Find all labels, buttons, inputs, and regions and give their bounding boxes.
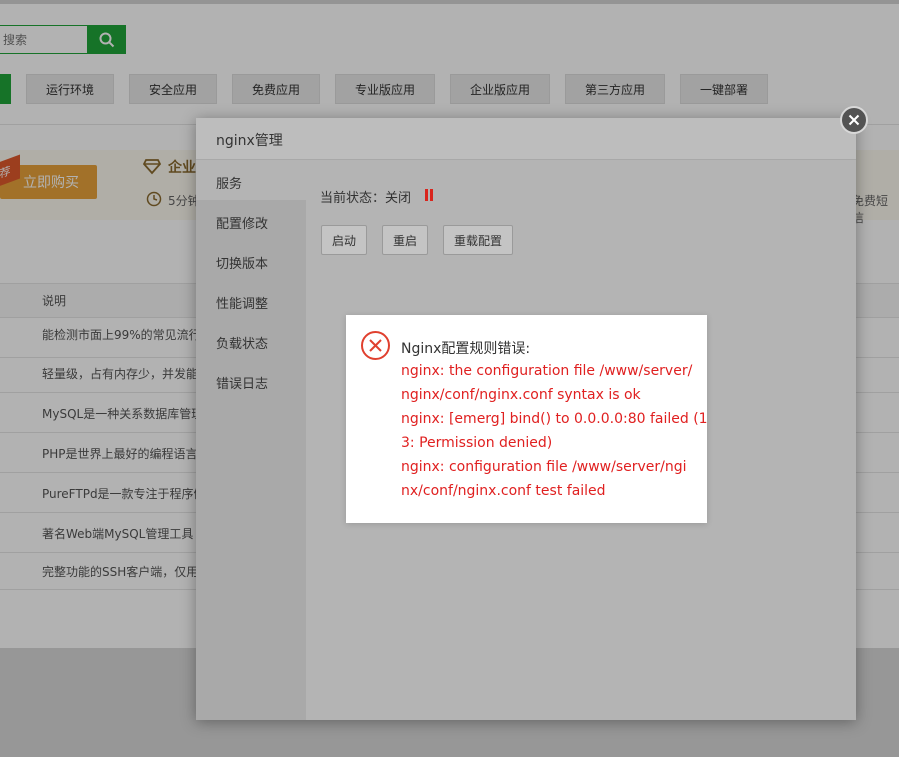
stopped-status-icon bbox=[425, 189, 433, 201]
error-message-line: nginx/conf/nginx.conf syntax is ok bbox=[401, 387, 641, 403]
modal-title: nginx管理 bbox=[216, 133, 283, 149]
sidebar-item-config[interactable]: 配置修改 bbox=[216, 213, 268, 232]
sidebar-active-highlight bbox=[196, 160, 306, 200]
close-icon bbox=[848, 114, 860, 126]
sidebar-item-load-status[interactable]: 负载状态 bbox=[216, 333, 268, 352]
error-x-icon bbox=[361, 331, 390, 360]
sidebar-item-service[interactable]: 服务 bbox=[216, 173, 242, 192]
error-message-line: nginx: [emerg] bind() to 0.0.0.0:80 fail… bbox=[401, 411, 708, 427]
restart-button[interactable]: 重启 bbox=[382, 225, 428, 255]
modal-close-button[interactable] bbox=[840, 106, 868, 134]
error-message-line: 3: Permission denied) bbox=[401, 435, 553, 451]
modal-header: nginx管理 bbox=[196, 118, 856, 160]
error-message-line: nginx: the configuration file /www/serve… bbox=[401, 363, 693, 379]
sidebar-item-switch-version[interactable]: 切换版本 bbox=[216, 253, 268, 272]
error-dialog: Nginx配置规则错误: nginx: the configuration fi… bbox=[346, 315, 708, 523]
reload-config-button[interactable]: 重载配置 bbox=[443, 225, 513, 255]
error-message-line: nginx: configuration file /www/server/ng… bbox=[401, 459, 687, 475]
error-message-line: nx/conf/nginx.conf test failed bbox=[401, 483, 606, 499]
error-title: Nginx配置规则错误: bbox=[401, 341, 531, 357]
sidebar-item-performance[interactable]: 性能调整 bbox=[216, 293, 268, 312]
sidebar-item-error-log[interactable]: 错误日志 bbox=[216, 373, 268, 392]
start-button[interactable]: 启动 bbox=[321, 225, 367, 255]
current-status: 当前状态：关闭 bbox=[320, 191, 412, 206]
modal-sidebar bbox=[196, 160, 306, 720]
